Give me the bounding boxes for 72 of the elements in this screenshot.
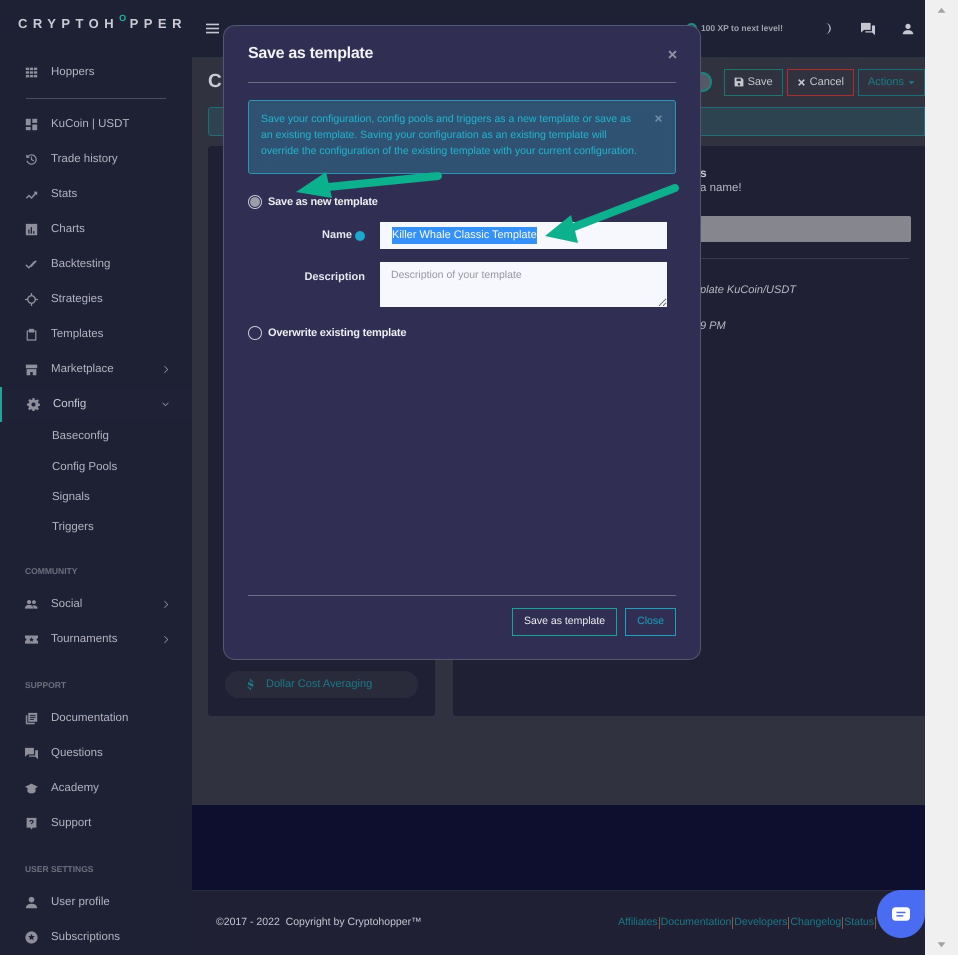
sidebar-subitem[interactable]: Triggers — [0, 512, 192, 543]
description-field[interactable]: Description of your template — [380, 262, 667, 307]
sidebar-item[interactable]: User profile — [0, 885, 192, 920]
crosshair-icon — [25, 292, 38, 306]
sidebar-item[interactable]: Social — [0, 587, 192, 622]
sidebar-subitem[interactable]: Signals — [0, 482, 192, 513]
cancel-button[interactable]: Cancel — [786, 68, 854, 96]
sidebar-item[interactable]: Stats — [0, 176, 192, 212]
sidebar-item[interactable]: Backtesting — [0, 246, 192, 282]
sidebar-item[interactable]: Templates — [0, 316, 192, 352]
dollar-icon — [245, 679, 256, 690]
user-icon — [25, 896, 38, 909]
clipboard-icon — [25, 328, 38, 341]
dialog-title: Save as template — [248, 44, 374, 64]
question-icon — [25, 817, 38, 830]
sidebar-item[interactable]: Subscriptions — [0, 920, 192, 955]
alert-text: Save your configuration, config pools and triggers as a new template or save as an existing template. Saving your configuration as an existing template will override the configuration of the existing template with your current configuration. — [261, 112, 638, 159]
double-check-icon — [25, 258, 38, 271]
sidebar-subitem[interactable]: Baseconfig — [0, 422, 192, 452]
close-icon[interactable] — [667, 48, 678, 60]
scroll-down-icon — [937, 940, 946, 949]
sidebar-item[interactable]: Questions — [0, 736, 192, 771]
close-button[interactable]: Close — [625, 608, 676, 636]
ticket-icon — [25, 633, 38, 646]
save-button[interactable]: Save — [724, 68, 783, 96]
sidebar-subitem[interactable]: Config Pools — [0, 452, 192, 482]
chat-icon — [25, 747, 38, 760]
close-icon — [796, 78, 806, 86]
card-title: s — [700, 165, 708, 180]
sidebar-item[interactable]: Marketplace — [0, 352, 192, 387]
bar-chart-icon — [25, 222, 38, 236]
gear-icon — [27, 398, 40, 411]
section-heading: USER SETTINGS — [25, 863, 94, 876]
message-icon — [892, 905, 910, 923]
sidebar-item[interactable]: Charts — [0, 212, 192, 247]
star-badge-icon — [25, 931, 38, 944]
history-icon — [25, 152, 38, 166]
sidebar-item[interactable]: Documentation — [0, 701, 192, 736]
field-label: Description — [304, 270, 365, 285]
sidebar-item[interactable]: Hoppers — [0, 54, 192, 90]
page-title: C — [208, 70, 222, 94]
sidebar-item[interactable]: Strategies — [0, 282, 192, 317]
chat-icon[interactable] — [861, 22, 875, 36]
scrollbar[interactable] — [925, 0, 958, 955]
section-heading: SUPPORT — [25, 679, 66, 692]
save-as-template-button[interactable]: Save as template — [512, 608, 618, 636]
sidebar-item[interactable]: Support — [0, 806, 192, 841]
sidebar-item[interactable]: Academy — [0, 771, 192, 806]
caret-icon — [908, 78, 915, 86]
xp-progress-text: 100 XP to next level! — [700, 22, 783, 35]
dashboard-icon — [25, 118, 38, 131]
user-icon[interactable] — [902, 22, 914, 34]
graduation-cap-icon — [25, 782, 38, 795]
people-icon — [25, 598, 38, 611]
scroll-up-icon — [937, 6, 946, 15]
section-heading: COMMUNITY — [25, 565, 78, 578]
store-icon — [25, 362, 38, 376]
menu-icon[interactable] — [206, 22, 219, 35]
radio-option[interactable]: Overwrite existing template — [248, 323, 676, 343]
sidebar-item[interactable]: Trade history — [0, 142, 192, 177]
sidebar-item[interactable]: Tournaments — [0, 622, 192, 657]
book-icon — [25, 712, 38, 725]
radio-button[interactable] — [248, 326, 262, 340]
radio-option[interactable]: Save as new template — [248, 192, 676, 212]
help-icon[interactable] — [355, 230, 365, 240]
radio-button[interactable] — [248, 195, 262, 209]
date-text: 9 PM — [700, 318, 727, 334]
copyright-text: ©2017 - 2022 Copyright by Cryptohopper™ — [216, 915, 422, 930]
field-label: Name — [322, 228, 352, 244]
chevron-down-icon — [161, 400, 170, 409]
grid-icon — [25, 66, 38, 79]
sidebar-item[interactable]: KuCoin | USDT — [0, 106, 192, 142]
